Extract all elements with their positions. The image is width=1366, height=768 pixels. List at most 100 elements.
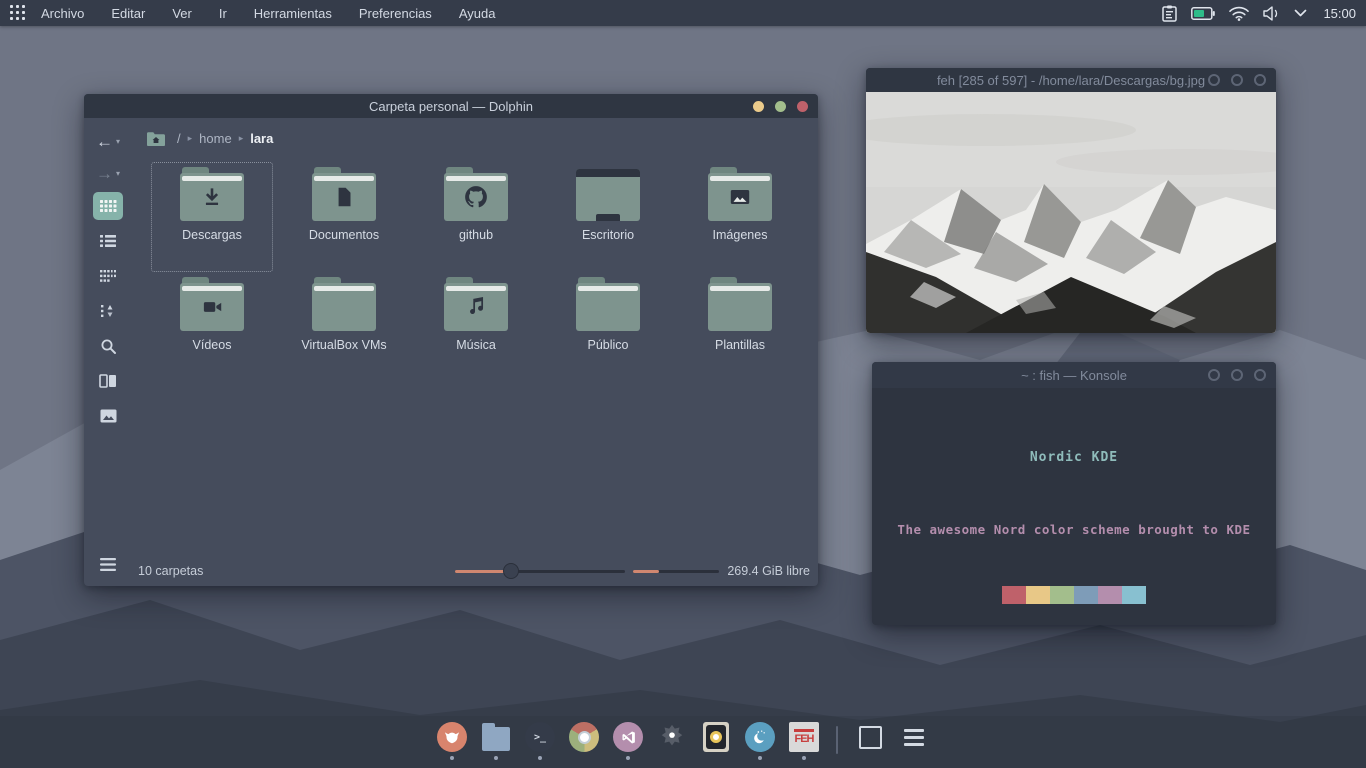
image-icon: [708, 184, 772, 210]
konsole-titlebar[interactable]: ~ : fish — Konsole: [872, 362, 1276, 388]
menu-editar[interactable]: Editar: [111, 6, 145, 21]
menu-ir[interactable]: Ir: [219, 6, 227, 21]
feh-titlebar[interactable]: feh [285 of 597] - /home/lara/Descargas/…: [866, 68, 1276, 92]
folder-icon: [312, 277, 376, 331]
compact-view-button[interactable]: [93, 262, 123, 290]
app-grid-icon[interactable]: [9, 4, 27, 22]
speaker-app-icon: [701, 722, 731, 752]
folder-label: VirtualBox VMs: [301, 338, 386, 352]
feh-icon: FEH: [789, 722, 819, 752]
maximize-button[interactable]: [1231, 369, 1243, 381]
konsole-window: ~ : fish — Konsole Nordic KDE The awesom…: [872, 362, 1276, 625]
folder-icon: [444, 277, 508, 331]
dock-item-moon-app[interactable]: [744, 722, 776, 760]
preview-button[interactable]: [93, 402, 123, 430]
chevron-down-icon[interactable]: ▾: [116, 137, 120, 146]
battery-icon[interactable]: [1191, 7, 1215, 20]
menu-herramientas[interactable]: Herramientas: [254, 6, 332, 21]
maximize-button[interactable]: [775, 101, 786, 112]
palette-swatch: [1050, 586, 1074, 604]
dock-item-settings[interactable]: [656, 722, 688, 760]
menu-archivo[interactable]: Archivo: [41, 6, 84, 21]
clipboard-icon[interactable]: [1162, 5, 1177, 22]
split-view-button[interactable]: [93, 367, 123, 395]
zoom-slider-handle[interactable]: [503, 563, 519, 579]
forward-button[interactable]: → ▾: [96, 160, 120, 186]
preview-icon: [100, 409, 117, 423]
chevron-down-icon[interactable]: [1294, 9, 1307, 17]
folder-icon: [444, 167, 508, 221]
folder-item[interactable]: Público: [547, 272, 669, 382]
minimize-button[interactable]: [1208, 369, 1220, 381]
dock-item-vscode[interactable]: [612, 722, 644, 760]
status-menu-button[interactable]: [93, 550, 123, 578]
palette-swatch: [1026, 586, 1050, 604]
music-icon: [444, 294, 508, 320]
back-button[interactable]: ← ▾: [96, 128, 120, 154]
folder-item[interactable]: Documentos: [283, 162, 405, 272]
terminal-output[interactable]: Nordic KDE The awesome Nord color scheme…: [872, 388, 1276, 625]
folder-item[interactable]: Vídeos: [151, 272, 273, 382]
dock-item-show-desktop[interactable]: [854, 722, 886, 760]
palette-swatch: [1098, 586, 1122, 604]
palette-swatch: [1122, 586, 1146, 604]
grid-view-icon: [99, 199, 117, 213]
dock-item-terminal[interactable]: >_: [524, 722, 556, 760]
breadcrumb-current[interactable]: lara: [250, 131, 273, 146]
folder-label: Imágenes: [713, 228, 768, 242]
folder-label: Vídeos: [193, 338, 232, 352]
breadcrumb-root[interactable]: /: [177, 131, 181, 146]
dolphin-toolbar: ← ▾ → ▾: [84, 118, 132, 586]
close-button[interactable]: [1254, 74, 1266, 86]
folder-item[interactable]: Descargas: [151, 162, 273, 272]
dock-item-speaker-app[interactable]: [700, 722, 732, 760]
minimize-button[interactable]: [753, 101, 764, 112]
folder-item[interactable]: Plantillas: [679, 272, 801, 382]
folder-grid: DescargasDocumentosgithubEscritorio Imáge…: [132, 158, 818, 556]
download-icon: [180, 184, 244, 210]
system-tray: 15:00: [1162, 5, 1366, 22]
terminal-icon: >_: [525, 722, 555, 752]
color-palette: [872, 586, 1276, 604]
vscode-icon: [613, 722, 643, 752]
maximize-button[interactable]: [1231, 74, 1243, 86]
home-folder-icon[interactable]: [146, 130, 166, 147]
chromium-icon: [569, 722, 599, 752]
dock-item-chromium[interactable]: [568, 722, 600, 760]
dock-item-firefox[interactable]: [436, 722, 468, 760]
menu-icon: [100, 558, 116, 571]
folder-item[interactable]: Imágenes: [679, 162, 801, 272]
volume-icon[interactable]: [1263, 6, 1280, 21]
search-button[interactable]: [93, 332, 123, 360]
dolphin-titlebar[interactable]: Carpeta personal — Dolphin: [84, 94, 818, 118]
close-button[interactable]: [1254, 369, 1266, 381]
folder-item[interactable]: VirtualBox VMs: [283, 272, 405, 382]
folder-item[interactable]: github: [415, 162, 537, 272]
dock-item-files[interactable]: [480, 722, 512, 760]
list-view-button[interactable]: [93, 227, 123, 255]
menu-ver[interactable]: Ver: [172, 6, 192, 21]
menu-ayuda[interactable]: Ayuda: [459, 6, 496, 21]
dolphin-statusbar: 10 carpetas 269.4 GiB libre: [132, 556, 818, 586]
chevron-down-icon[interactable]: ▾: [116, 169, 120, 178]
window-buttons: [1208, 362, 1266, 388]
sort-button[interactable]: [93, 297, 123, 325]
folder-item[interactable]: Escritorio: [547, 162, 669, 272]
close-button[interactable]: [797, 101, 808, 112]
firefox-icon: [437, 722, 467, 752]
wifi-icon[interactable]: [1229, 6, 1249, 21]
folder-item[interactable]: Música: [415, 272, 537, 382]
folder-icon: [312, 167, 376, 221]
dolphin-window: Carpeta personal — Dolphin ← ▾ → ▾: [84, 94, 818, 586]
grid-view-button[interactable]: [93, 192, 123, 220]
folder-label: Música: [456, 338, 496, 352]
palette-swatch: [1002, 586, 1026, 604]
feh-window: feh [285 of 597] - /home/lara/Descargas/…: [866, 68, 1276, 333]
zoom-slider[interactable]: [455, 563, 625, 579]
dock-item-menu[interactable]: [898, 722, 930, 760]
video-icon: [180, 294, 244, 320]
minimize-button[interactable]: [1208, 74, 1220, 86]
dock-item-feh[interactable]: FEH: [788, 722, 820, 760]
menu-preferencias[interactable]: Preferencias: [359, 6, 432, 21]
breadcrumb-home[interactable]: home: [199, 131, 232, 146]
